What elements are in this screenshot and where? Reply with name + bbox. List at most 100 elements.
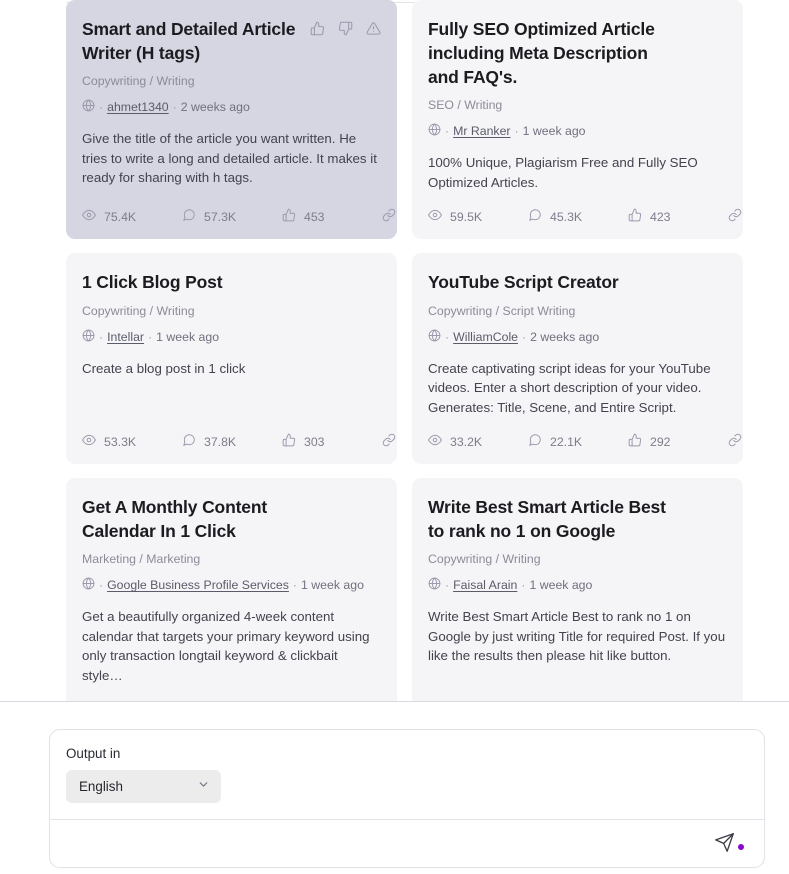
card-author-row: · Faisal Arain · 1 week ago	[428, 577, 727, 595]
output-language-select[interactable]: English	[66, 770, 221, 803]
report-warning-icon[interactable]	[366, 21, 381, 36]
card-title: Get A Monthly Content Calendar In 1 Clic…	[82, 497, 268, 542]
card-description: 100% Unique, Plagiarism Free and Fully S…	[428, 155, 698, 190]
stat-comments: 45.3K	[528, 208, 628, 225]
views-count: 33.2K	[450, 434, 483, 449]
link-icon	[382, 208, 396, 225]
card-title: 1 Click Blog Post	[82, 272, 223, 293]
card-stats-row: 33.2K 22.1K 292	[428, 417, 742, 450]
comments-count: 22.1K	[550, 434, 583, 449]
card-author-name[interactable]: ahmet1340	[107, 100, 169, 116]
card-title: Smart and Detailed Article Writer (H tag…	[82, 19, 296, 64]
card-author-row: · ahmet1340 · 2 weeks ago	[82, 99, 381, 117]
comment-icon	[528, 433, 542, 450]
card-timestamp: 1 week ago	[529, 578, 593, 593]
thumbs-up-icon[interactable]	[628, 208, 642, 225]
card-author-name[interactable]: WilliamCole	[453, 330, 518, 346]
prompt-card-1-click-blog-post[interactable]: 1 Click Blog Post Copywriting / Writing …	[66, 253, 397, 465]
thumbs-up-icon[interactable]	[310, 21, 325, 36]
prompt-card-smart-and-detailed-article-writer[interactable]: Smart and Detailed Article Writer (H tag…	[66, 0, 397, 240]
views-count: 53.3K	[104, 434, 137, 449]
thumbs-up-icon[interactable]	[282, 433, 296, 450]
chevron-down-icon	[197, 778, 210, 796]
stat-views: 33.2K	[428, 433, 528, 450]
comments-count: 37.8K	[204, 434, 237, 449]
comments-count: 45.3K	[550, 209, 583, 224]
author-separator-2: ·	[514, 124, 519, 139]
card-timestamp: 1 week ago	[156, 329, 220, 344]
stat-comments: 37.8K	[182, 433, 282, 450]
stat-likes: 453	[282, 208, 382, 225]
stat-likes: 303	[282, 433, 382, 450]
card-author-name[interactable]: Mr Ranker	[453, 124, 510, 140]
thumbs-up-icon[interactable]	[282, 208, 296, 225]
prompt-card-get-a-monthly-content-calendar[interactable]: Get A Monthly Content Calendar In 1 Clic…	[66, 478, 397, 701]
link-icon	[728, 433, 742, 450]
eye-icon	[428, 208, 442, 225]
send-button[interactable]	[708, 828, 746, 860]
prompt-results-region: Smart and Detailed Article Writer (H tag…	[0, 0, 789, 701]
prompt-input[interactable]	[66, 820, 708, 867]
globe-icon	[428, 577, 441, 595]
composer-panel: Output in English	[49, 729, 765, 868]
author-separator-2: ·	[172, 100, 177, 115]
card-description: Give the title of the article you want w…	[82, 131, 377, 186]
author-separator-1: ·	[99, 329, 104, 344]
thumbs-down-icon[interactable]	[338, 21, 353, 36]
author-separator-1: ·	[99, 100, 104, 115]
views-count: 59.5K	[450, 209, 483, 224]
author-separator-1: ·	[99, 578, 104, 593]
eye-icon	[82, 208, 96, 225]
card-description: Create a blog post in 1 click	[82, 360, 246, 376]
eye-icon	[82, 433, 96, 450]
prompt-card-youtube-script-creator[interactable]: YouTube Script Creator Copywriting / Scr…	[412, 253, 743, 465]
send-status-dot	[738, 843, 744, 850]
globe-icon	[428, 123, 441, 141]
stat-views: 75.4K	[82, 208, 182, 225]
card-timestamp: 2 weeks ago	[180, 100, 250, 115]
eye-icon	[428, 433, 442, 450]
output-language-value: English	[79, 779, 123, 794]
author-separator-2: ·	[521, 578, 526, 593]
copy-link-button[interactable]	[728, 433, 742, 450]
comment-icon	[182, 433, 196, 450]
comments-count: 57.3K	[204, 209, 237, 224]
copy-link-button[interactable]	[382, 208, 396, 225]
card-header: Fully SEO Optimized Article including Me…	[428, 17, 727, 89]
likes-count: 292	[650, 434, 671, 449]
link-icon	[382, 433, 396, 450]
likes-count: 423	[650, 209, 671, 224]
copy-link-button[interactable]	[382, 433, 396, 450]
stat-likes: 423	[628, 208, 728, 225]
card-category: Marketing / Marketing	[82, 552, 201, 567]
stat-likes: 292	[628, 433, 728, 450]
card-author-row: · Google Business Profile Services · 1 w…	[82, 577, 381, 595]
card-header: Write Best Smart Article Best to rank no…	[428, 495, 727, 543]
card-author-name[interactable]: Faisal Arain	[453, 578, 517, 594]
views-count: 75.4K	[104, 209, 137, 224]
prompt-card-fully-seo-optimized-article[interactable]: Fully SEO Optimized Article including Me…	[412, 0, 743, 240]
card-header: Smart and Detailed Article Writer (H tag…	[82, 17, 381, 65]
card-feedback-actions	[310, 17, 381, 36]
card-author-row: · Mr Ranker · 1 week ago	[428, 123, 727, 141]
prompt-card-write-best-smart-article[interactable]: Write Best Smart Article Best to rank no…	[412, 478, 743, 701]
globe-icon	[428, 329, 441, 347]
card-author-row: · Intellar · 1 week ago	[82, 329, 381, 347]
author-separator-1: ·	[445, 124, 450, 139]
globe-icon	[82, 577, 95, 595]
stat-comments: 22.1K	[528, 433, 628, 450]
card-timestamp: 1 week ago	[522, 124, 586, 139]
card-header: Get A Monthly Content Calendar In 1 Clic…	[82, 495, 381, 543]
card-description: Write Best Smart Article Best to rank no…	[428, 609, 726, 664]
card-author-name[interactable]: Google Business Profile Services	[107, 578, 289, 594]
send-paper-plane-icon	[714, 832, 735, 856]
stat-views: 53.3K	[82, 433, 182, 450]
card-category: Copywriting / Writing	[82, 74, 195, 89]
card-description: Create captivating script ideas for your…	[428, 360, 711, 415]
thumbs-up-icon[interactable]	[628, 433, 642, 450]
card-stats-row: 53.3K 37.8K 303	[82, 417, 396, 450]
copy-link-button[interactable]	[728, 208, 742, 225]
author-separator-2: ·	[522, 329, 527, 344]
card-author-name[interactable]: Intellar	[107, 330, 144, 346]
composer-divider	[0, 701, 789, 702]
